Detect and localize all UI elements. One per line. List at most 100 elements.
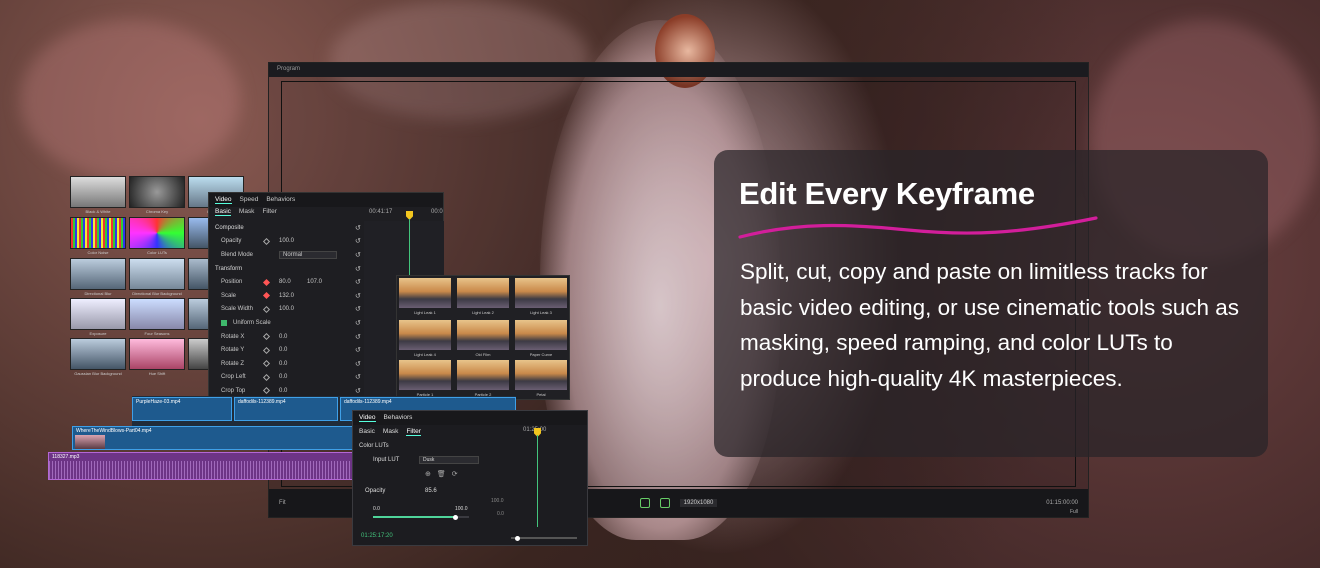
audio-label: 118327.mp3	[52, 454, 80, 460]
property-value[interactable]: 132.0	[279, 293, 307, 299]
property-label[interactable]: Transform	[215, 266, 273, 272]
filter-label: Petal	[536, 392, 546, 397]
overlay-icon[interactable]	[659, 498, 670, 508]
effect-label: Exposure	[89, 331, 107, 336]
filter-library: Light Leak 1 Light Leak 2 Light Leak 3 Ligh…	[396, 275, 570, 400]
property-value[interactable]: 0.0	[279, 374, 307, 380]
tab-video[interactable]: Video	[215, 196, 232, 204]
filter-subtabs: Basic Mask Filter	[353, 425, 587, 439]
filter-thumbnail[interactable]	[515, 360, 567, 390]
property-value[interactable]: 0.0	[279, 388, 307, 394]
timecode-display: 01:15:00:00	[1046, 500, 1078, 506]
effect-thumbnail[interactable]	[70, 338, 126, 370]
color-luts-section[interactable]: Color LUTs	[353, 439, 389, 453]
timeline-clip[interactable]: WhereTheWindBlows-Part04.mp4	[72, 426, 354, 450]
filter-playhead-line	[537, 435, 538, 527]
reset-icon[interactable]: ↺	[355, 224, 369, 232]
tab-filter[interactable]: Filter	[406, 428, 421, 436]
reset-icon[interactable]: ↺	[355, 265, 369, 273]
timeline-clip[interactable]: PurpleHaze-03.mp4	[132, 397, 232, 421]
zoom-slider[interactable]	[511, 535, 577, 541]
property-value[interactable]: 0.0	[279, 347, 307, 353]
reset-icon[interactable]: ↺	[355, 373, 369, 381]
opacity-slider-fill	[373, 516, 456, 518]
property-value[interactable]: 107.0	[307, 279, 327, 285]
filter-thumbnail[interactable]	[457, 360, 509, 390]
reset-icon[interactable]: ↺	[355, 360, 369, 368]
safe-area-icon[interactable]	[639, 498, 650, 508]
reset-icon[interactable]: ↺	[355, 237, 369, 245]
reset-icon[interactable]: ↺	[355, 278, 369, 286]
filter-thumbnail[interactable]	[515, 320, 567, 350]
audio-clip[interactable]: 118327.mp3	[48, 452, 354, 480]
resolution-badge[interactable]: 1920x1080	[679, 499, 718, 507]
tab-mask[interactable]: Mask	[383, 428, 399, 436]
fit-label[interactable]: Fit	[279, 500, 286, 506]
zoom-knob[interactable]	[515, 535, 520, 541]
property-value[interactable]: 100.0	[279, 238, 307, 244]
effect-thumbnail[interactable]	[70, 258, 126, 290]
tab-filter[interactable]: Filter	[262, 208, 276, 216]
tab-basic[interactable]: Basic	[359, 428, 375, 436]
tab-behaviors[interactable]: Behaviors	[266, 196, 295, 204]
footer-timecode: 01:25:17:20	[361, 533, 393, 539]
property-value[interactable]: Normal	[279, 250, 337, 259]
reset-icon[interactable]: ↺	[355, 387, 369, 395]
property-label[interactable]: Composite	[215, 225, 273, 231]
reset-icon[interactable]: ↺	[355, 333, 369, 341]
reset-icon[interactable]: ↺	[355, 251, 369, 259]
effect-thumbnail[interactable]	[129, 298, 185, 330]
uniform-scale-checkbox[interactable]	[221, 319, 227, 326]
reset-icon[interactable]: ↺	[355, 319, 369, 327]
tab-video[interactable]: Video	[359, 414, 376, 422]
lut-actions-icons[interactable]: ⊕🗑⟳	[425, 470, 464, 478]
reset-icon[interactable]: ↺	[355, 305, 369, 313]
tab-behaviors[interactable]: Behaviors	[384, 414, 413, 422]
effect-thumbnail[interactable]	[70, 176, 126, 208]
effect-thumbnail[interactable]	[129, 338, 185, 370]
effect-thumbnail[interactable]	[70, 217, 126, 249]
inspector-rows: Composite ↺ Opacity 100.0 ↺ Blend Mode Normal ↺…	[209, 221, 369, 398]
effect-thumbnail[interactable]	[129, 176, 185, 208]
property-value[interactable]: 100.0	[279, 306, 307, 312]
property-row: Blend Mode Normal ↺	[209, 248, 369, 262]
effect-thumbnail[interactable]	[129, 217, 185, 249]
property-row: Uniform Scale ↺	[209, 316, 369, 330]
filter-thumbnail[interactable]	[457, 320, 509, 350]
program-title: Program	[269, 63, 1088, 77]
input-lut-dropdown[interactable]: Dusk	[419, 456, 479, 464]
opacity-row: Opacity 85.6	[353, 484, 437, 498]
clip-thumbnail	[75, 435, 105, 449]
timeline-clip[interactable]: daffodils-112389.mp4	[234, 397, 338, 421]
effect-label: Hue Shift	[148, 371, 166, 376]
clip-label: daffodils-112389.mp4	[344, 399, 392, 405]
audio-waveform	[49, 461, 353, 479]
tab-mask[interactable]: Mask	[239, 208, 255, 216]
tab-basic[interactable]: Basic	[215, 208, 231, 216]
title-underline-squiggle	[738, 216, 1098, 239]
reset-icon[interactable]: ↺	[355, 346, 369, 354]
opacity-value[interactable]: 85.6	[425, 488, 437, 494]
effect-thumbnail[interactable]	[129, 258, 185, 290]
property-value[interactable]: 0.0	[279, 334, 307, 340]
full-label[interactable]: Full	[1070, 509, 1078, 515]
clip-label: daffodils-112389.mp4	[238, 399, 286, 405]
effect-label: Color Noise	[87, 250, 109, 255]
property-label: Crop Left	[221, 374, 246, 381]
property-row: Rotate Y 0.0 ↺	[209, 343, 369, 357]
inspector-timecode-2: 00:0	[431, 209, 443, 215]
filter-label: Light Leak 3	[530, 310, 552, 315]
filter-thumbnail[interactable]	[399, 320, 451, 350]
filter-thumbnail[interactable]	[399, 278, 451, 308]
property-row: Rotate Z 0.0 ↺	[209, 357, 369, 371]
effect-thumbnail[interactable]	[70, 298, 126, 330]
opacity-slider-knob[interactable]	[452, 514, 458, 520]
filter-thumbnail[interactable]	[399, 360, 451, 390]
reset-icon[interactable]: ↺	[355, 292, 369, 300]
filter-thumbnail[interactable]	[515, 278, 567, 308]
opacity-slider[interactable]	[373, 514, 469, 520]
tab-speed[interactable]: Speed	[240, 196, 259, 204]
property-value[interactable]: 0.0	[279, 361, 307, 367]
filter-thumbnail[interactable]	[457, 278, 509, 308]
property-value[interactable]: 80.0	[279, 279, 307, 285]
